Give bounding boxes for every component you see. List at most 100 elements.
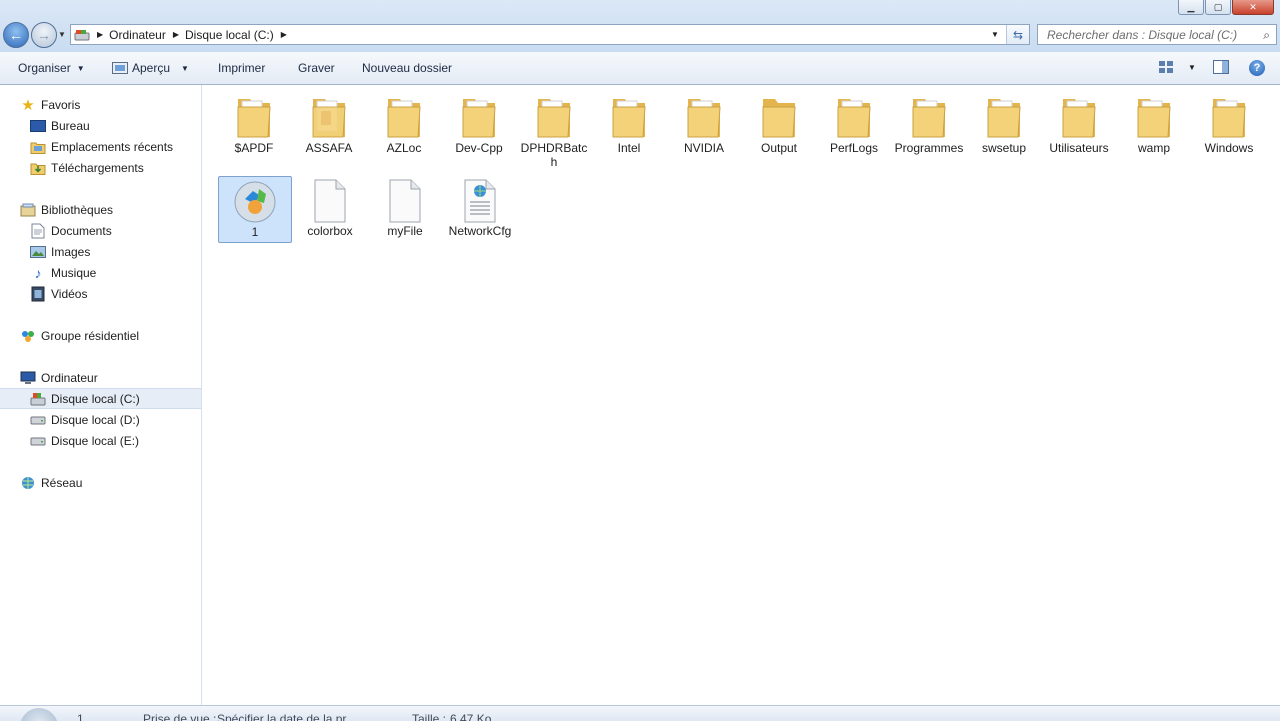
sidebar-favorites[interactable]: ★ Favoris <box>0 94 201 115</box>
preview-button[interactable]: Aperçu ▼ <box>112 61 189 75</box>
organize-button[interactable]: Organiser ▼ <box>18 61 85 75</box>
documents-icon <box>30 223 46 239</box>
print-label: Imprimer <box>218 61 266 75</box>
network-icon <box>20 475 36 491</box>
folder-icon <box>1137 99 1171 138</box>
folder-icon <box>1062 99 1096 138</box>
file-item[interactable]: NetworkCfg <box>443 178 517 238</box>
refresh-icon[interactable]: ⇆ <box>1006 25 1029 44</box>
library-icon <box>20 202 36 218</box>
file-item[interactable]: myFile <box>368 178 442 238</box>
forward-button[interactable]: → <box>31 22 57 48</box>
folder-item[interactable]: Utilisateurs <box>1042 93 1116 155</box>
drive-icon <box>30 412 46 428</box>
back-button[interactable]: ← <box>3 22 29 48</box>
folder-item[interactable]: ASSAFA <box>292 93 366 155</box>
sidebar-computer[interactable]: Ordinateur <box>0 367 201 388</box>
blank-file-icon <box>314 179 346 223</box>
videos-icon <box>30 286 46 302</box>
address-bar[interactable]: ▶ Ordinateur ▶ Disque local (C:) ▶ ▼ ⇆ <box>70 24 1030 45</box>
search-input[interactable] <box>1045 26 1254 43</box>
close-icon[interactable]: ✕ <box>1232 0 1274 15</box>
preview-icon <box>112 62 128 74</box>
view-grid-icon <box>1159 61 1173 73</box>
system-drive-icon <box>30 391 46 407</box>
folder-icon <box>912 99 946 138</box>
folder-item[interactable]: Programmes <box>892 93 966 155</box>
sidebar-item-disque-d[interactable]: Disque local (D:) <box>0 409 201 430</box>
folder-item[interactable]: Intel <box>592 93 666 155</box>
search-box: ⌕ <box>1037 24 1277 45</box>
maximize-icon[interactable]: ▢ <box>1205 0 1231 15</box>
print-button[interactable]: Imprimer <box>218 61 265 75</box>
arrow-left-icon: ← <box>9 27 23 43</box>
sidebar-libraries[interactable]: Bibliothèques <box>0 199 201 220</box>
preview-label: Aperçu <box>132 61 171 75</box>
address-history-dropdown[interactable]: ▼ <box>983 25 1006 44</box>
sidebar-item-musique[interactable]: ♪ Musique <box>0 262 201 283</box>
sidebar-item-documents[interactable]: Documents <box>0 220 201 241</box>
folder-item[interactable]: wamp <box>1117 93 1191 155</box>
folder-item[interactable]: Output <box>742 93 816 155</box>
recent-pages-dropdown[interactable]: ▼ <box>58 30 66 39</box>
folder-item[interactable]: Windows <box>1192 93 1266 155</box>
folder-icon <box>237 99 271 138</box>
file-item[interactable]: 1 <box>218 176 292 243</box>
window-controls: ▁ ▢ ✕ <box>1178 0 1274 15</box>
drive-icon <box>74 29 90 40</box>
folder-item[interactable]: Dev-Cpp <box>442 93 516 155</box>
desktop-icon <box>30 118 46 134</box>
help-button[interactable]: ? <box>1249 60 1265 76</box>
preview-pane-icon <box>1213 60 1229 74</box>
chevron-down-icon: ▼ <box>76 63 85 73</box>
folder-item[interactable]: swsetup <box>967 93 1041 155</box>
sidebar-item-disque-e[interactable]: Disque local (E:) <box>0 430 201 451</box>
star-icon: ★ <box>21 96 35 114</box>
folder-icon <box>612 99 646 138</box>
sidebar-item-emplacements-recents[interactable]: Emplacements récents <box>0 136 201 157</box>
drive-icon <box>30 433 46 449</box>
folder-item[interactable]: AZLoc <box>367 93 441 155</box>
sidebar-item-videos[interactable]: Vidéos <box>0 283 201 304</box>
folder-icon <box>462 99 496 138</box>
folder-icon <box>987 99 1021 138</box>
pictures-icon <box>30 244 46 260</box>
sidebar-item-images[interactable]: Images <box>0 241 201 262</box>
file-item[interactable]: colorbox <box>293 178 367 238</box>
homegroup-icon <box>20 328 36 344</box>
recent-places-icon <box>30 139 46 155</box>
folder-icon <box>1212 99 1246 138</box>
folder-item[interactable]: $APDF <box>217 93 291 155</box>
minimize-icon[interactable]: ▁ <box>1178 0 1204 15</box>
preview-pane-button[interactable] <box>1213 60 1229 74</box>
burn-label: Graver <box>298 61 335 75</box>
title-bar: ▁ ▢ ✕ ← → ▼ ▶ Ordinateur ▶ Disque local … <box>0 0 1280 52</box>
folder-icon <box>537 99 571 138</box>
sidebar-item-telechargements[interactable]: Téléchargements <box>0 157 201 178</box>
burn-button[interactable]: Graver <box>298 61 335 75</box>
search-icon[interactable]: ⌕ <box>1263 28 1270 43</box>
sidebar-network[interactable]: Réseau <box>0 472 201 493</box>
folder-item[interactable]: NVIDIA <box>667 93 741 155</box>
folder-item[interactable]: PerfLogs <box>817 93 891 155</box>
breadcrumb-arrow-icon[interactable]: ▶ <box>281 30 287 39</box>
view-options-button[interactable]: ▼ <box>1158 60 1196 74</box>
sidebar-homegroup[interactable]: Groupe résidentiel <box>0 325 201 346</box>
folder-icon <box>312 99 346 138</box>
chevron-down-icon: ▼ <box>1188 62 1196 72</box>
new-folder-button[interactable]: Nouveau dossier <box>362 61 452 75</box>
config-file-icon <box>464 179 496 223</box>
folder-icon <box>762 99 796 138</box>
breadcrumb-disque-c[interactable]: Disque local (C:) <box>185 28 274 42</box>
address-actions: ▼ ⇆ <box>983 25 1029 44</box>
sidebar-item-bureau[interactable]: Bureau <box>0 115 201 136</box>
breadcrumb-arrow-icon[interactable]: ▶ <box>97 30 103 39</box>
breadcrumb-ordinateur[interactable]: Ordinateur <box>109 28 166 42</box>
breadcrumb-arrow-icon[interactable]: ▶ <box>173 30 179 39</box>
folder-item[interactable]: DPHDRBatch <box>517 93 591 169</box>
chevron-down-icon: ▼ <box>181 63 189 73</box>
computer-icon <box>20 370 36 386</box>
command-bar: Organiser ▼ Aperçu ▼ Imprimer Graver Nou… <box>0 52 1280 85</box>
sidebar-item-disque-c[interactable]: Disque local (C:) <box>0 388 201 409</box>
navigation-pane: ★ Favoris Bureau Emplacements récents Té… <box>0 85 202 720</box>
